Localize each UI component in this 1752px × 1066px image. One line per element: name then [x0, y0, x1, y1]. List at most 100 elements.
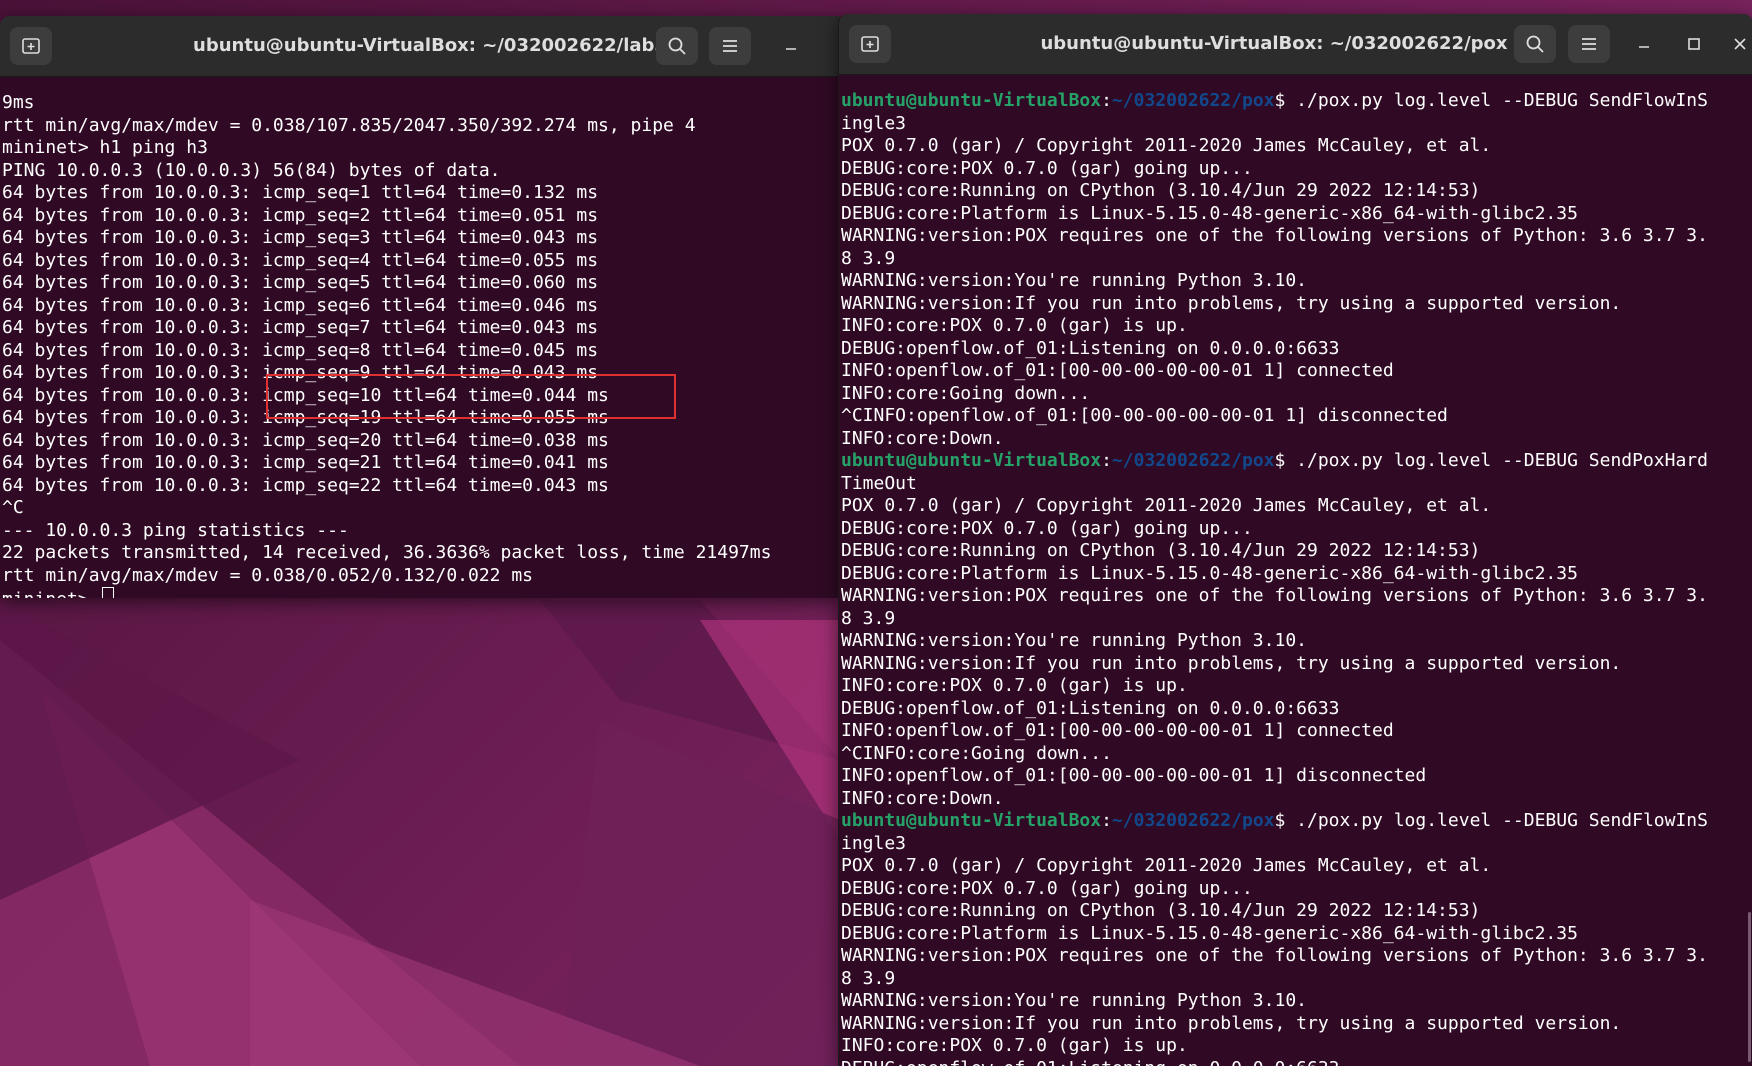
left-minimize-button[interactable]	[776, 27, 806, 65]
line-text: ^CINFO:core:Going down...	[841, 742, 1112, 764]
prompt-separator: :	[1101, 450, 1112, 471]
terminal-line: DEBUG:core:Platform is Linux-5.15.0-48-g…	[841, 563, 1752, 586]
left-terminal-window[interactable]: ubuntu@ubuntu-VirtualBox: ~/032002622/la…	[0, 16, 840, 598]
terminal-line: 64 bytes from 10.0.0.3: icmp_seq=4 ttl=6…	[2, 249, 599, 271]
text-cursor	[101, 587, 114, 598]
line-text: DEBUG:core:Platform is Linux-5.15.0-48-g…	[841, 202, 1578, 224]
terminal-line: 22 packets transmitted, 14 received, 36.…	[2, 542, 772, 563]
terminal-line: rtt min/avg/max/mdev = 0.038/0.052/0.132…	[2, 564, 534, 586]
line-text: 8 3.9	[841, 967, 896, 989]
terminal-line: ^CINFO:core:Going down...	[841, 743, 1752, 766]
right-minimize-button[interactable]	[1629, 25, 1659, 63]
line-text: TimeOut	[841, 472, 917, 494]
line-text: DEBUG:core:Running on CPython (3.10.4/Ju…	[841, 540, 1481, 561]
line-text: POX 0.7.0 (gar) / Copyright 2011-2020 Ja…	[841, 135, 1492, 156]
minimize-icon	[1639, 46, 1649, 48]
terminal-line: DEBUG:core:Running on CPython (3.10.4/Ju…	[841, 900, 1752, 923]
left-menu-button[interactable]	[709, 27, 751, 65]
terminal-line: POX 0.7.0 (gar) / Copyright 2011-2020 Ja…	[841, 495, 1752, 518]
terminal-line: POX 0.7.0 (gar) / Copyright 2011-2020 Ja…	[841, 135, 1752, 158]
line-text: WARNING:version:If you run into problems…	[841, 1012, 1622, 1034]
right-new-tab-button[interactable]	[849, 25, 891, 63]
line-text: 8 3.9	[841, 247, 896, 269]
line-text: WARNING:version:You're running Python 3.…	[841, 990, 1307, 1011]
right-search-button[interactable]	[1514, 25, 1556, 63]
line-text: INFO:core:Down.	[841, 427, 1004, 449]
left-terminal-title: ubuntu@ubuntu-VirtualBox: ~/032002622/la…	[193, 35, 667, 56]
line-text: ingle3	[841, 832, 907, 854]
left-terminal-titlebar[interactable]: ubuntu@ubuntu-VirtualBox: ~/032002622/la…	[0, 16, 840, 77]
left-terminal-output[interactable]: 9ms rtt min/avg/max/mdev = 0.038/107.835/…	[0, 76, 840, 598]
prompt-separator: :	[1101, 90, 1112, 111]
terminal-line: mininet> h1 ping h3	[2, 137, 208, 158]
line-text: DEBUG:core:POX 0.7.0 (gar) going up...	[841, 517, 1253, 539]
terminal-line: DEBUG:core:POX 0.7.0 (gar) going up...	[841, 518, 1752, 541]
terminal-line: 64 bytes from 10.0.0.3: icmp_seq=22 ttl=…	[2, 474, 609, 496]
terminal-line: 64 bytes from 10.0.0.3: icmp_seq=7 ttl=6…	[2, 317, 599, 338]
terminal-line: INFO:core:POX 0.7.0 (gar) is up.	[841, 315, 1752, 338]
line-text: $ ./pox.py log.level --DEBUG SendPoxHard	[1274, 450, 1708, 471]
line-text: DEBUG:core:Platform is Linux-5.15.0-48-g…	[841, 922, 1578, 944]
prompt-path: ~/032002622/pox	[1111, 810, 1275, 831]
terminal-command-line: ubuntu@ubuntu-VirtualBox:~/032002622/pox…	[841, 450, 1752, 473]
terminal-line: 64 bytes from 10.0.0.3: icmp_seq=8 ttl=6…	[2, 339, 599, 361]
terminal-line: INFO:core:POX 0.7.0 (gar) is up.	[841, 675, 1752, 698]
terminal-line: 64 bytes from 10.0.0.3: icmp_seq=6 ttl=6…	[2, 294, 599, 316]
terminal-line: PING 10.0.0.3 (10.0.0.3) 56(84) bytes of…	[2, 159, 501, 181]
prompt-path: ~/032002622/pox	[1111, 450, 1275, 471]
terminal-line: INFO:openflow.of_01:[00-00-00-00-00-01 1…	[841, 360, 1752, 383]
hamburger-menu-icon	[1582, 38, 1596, 50]
prompt-user: ubuntu@ubuntu-VirtualBox	[841, 450, 1102, 471]
right-terminal-titlebar[interactable]: ubuntu@ubuntu-VirtualBox: ~/032002622/po…	[839, 14, 1752, 75]
terminal-command-line: ubuntu@ubuntu-VirtualBox:~/032002622/pox…	[841, 90, 1752, 113]
highlight-box	[266, 374, 676, 419]
terminal-line: 8 3.9	[841, 608, 1752, 631]
line-text: WARNING:version:If you run into problems…	[841, 652, 1622, 674]
terminal-line: WARNING:version:You're running Python 3.…	[841, 270, 1752, 293]
terminal-line: 64 bytes from 10.0.0.3: icmp_seq=21 ttl=…	[2, 452, 609, 473]
right-maximize-button[interactable]	[1679, 25, 1709, 63]
terminal-line: WARNING:version:If you run into problems…	[841, 1013, 1752, 1036]
line-text: INFO:core:POX 0.7.0 (gar) is up.	[841, 1035, 1188, 1056]
terminal-line: 64 bytes from 10.0.0.3: icmp_seq=2 ttl=6…	[2, 204, 599, 226]
prompt-separator: :	[1101, 810, 1112, 831]
line-text: DEBUG:core:POX 0.7.0 (gar) going up...	[841, 877, 1253, 899]
line-text: WARNING:version:POX requires one of the …	[841, 945, 1708, 966]
terminal-line: POX 0.7.0 (gar) / Copyright 2011-2020 Ja…	[841, 855, 1752, 878]
line-text: WARNING:version:POX requires one of the …	[841, 225, 1708, 246]
terminal-line: 9ms	[2, 92, 35, 113]
terminal-line: 64 bytes from 10.0.0.3: icmp_seq=3 ttl=6…	[2, 227, 599, 248]
right-terminal-output[interactable]: ubuntu@ubuntu-VirtualBox:~/032002622/pox…	[839, 74, 1752, 1066]
terminal-line: WARNING:version:You're running Python 3.…	[841, 630, 1752, 653]
line-text: INFO:openflow.of_01:[00-00-00-00-00-01 1…	[841, 720, 1394, 741]
line-text: ingle3	[841, 112, 907, 134]
close-icon	[1734, 38, 1746, 50]
right-close-button[interactable]	[1727, 25, 1752, 63]
left-search-button[interactable]	[656, 27, 698, 65]
right-menu-button[interactable]	[1568, 25, 1610, 63]
terminal-line: DEBUG:openflow.of_01:Listening on 0.0.0.…	[841, 1058, 1752, 1066]
terminal-command-line: ubuntu@ubuntu-VirtualBox:~/032002622/pox…	[841, 810, 1752, 833]
line-text: INFO:core:POX 0.7.0 (gar) is up.	[841, 675, 1188, 696]
terminal-line: ingle3	[841, 113, 1752, 136]
terminal-line: 64 bytes from 10.0.0.3: icmp_seq=20 ttl=…	[2, 429, 609, 451]
mininet-prompt: mininet>	[2, 589, 100, 598]
right-scrollbar[interactable]	[1748, 912, 1751, 1062]
terminal-line: WARNING:version:POX requires one of the …	[841, 225, 1752, 248]
terminal-line: ingle3	[841, 833, 1752, 856]
terminal-line: INFO:core:Down.	[841, 788, 1752, 811]
terminal-line: WARNING:version:If you run into problems…	[841, 293, 1752, 316]
maximize-icon	[1688, 38, 1700, 50]
right-terminal-window[interactable]: ubuntu@ubuntu-VirtualBox: ~/032002622/po…	[838, 14, 1752, 1066]
line-text: $ ./pox.py log.level --DEBUG SendFlowInS	[1274, 810, 1708, 831]
terminal-prompt-line[interactable]: mininet>	[2, 587, 840, 598]
terminal-line: INFO:openflow.of_01:[00-00-00-00-00-01 1…	[841, 720, 1752, 743]
terminal-line: rtt min/avg/max/mdev = 0.038/107.835/204…	[2, 114, 696, 136]
left-new-tab-button[interactable]	[10, 27, 52, 65]
prompt-user: ubuntu@ubuntu-VirtualBox	[841, 90, 1102, 111]
terminal-line: INFO:core:Down.	[841, 428, 1752, 451]
terminal-line: 64 bytes from 10.0.0.3: icmp_seq=5 ttl=6…	[2, 272, 599, 293]
terminal-line: DEBUG:core:Running on CPython (3.10.4/Ju…	[841, 180, 1752, 203]
terminal-line: WARNING:version:POX requires one of the …	[841, 945, 1752, 968]
terminal-line: ^CINFO:openflow.of_01:[00-00-00-00-00-01…	[841, 405, 1752, 428]
